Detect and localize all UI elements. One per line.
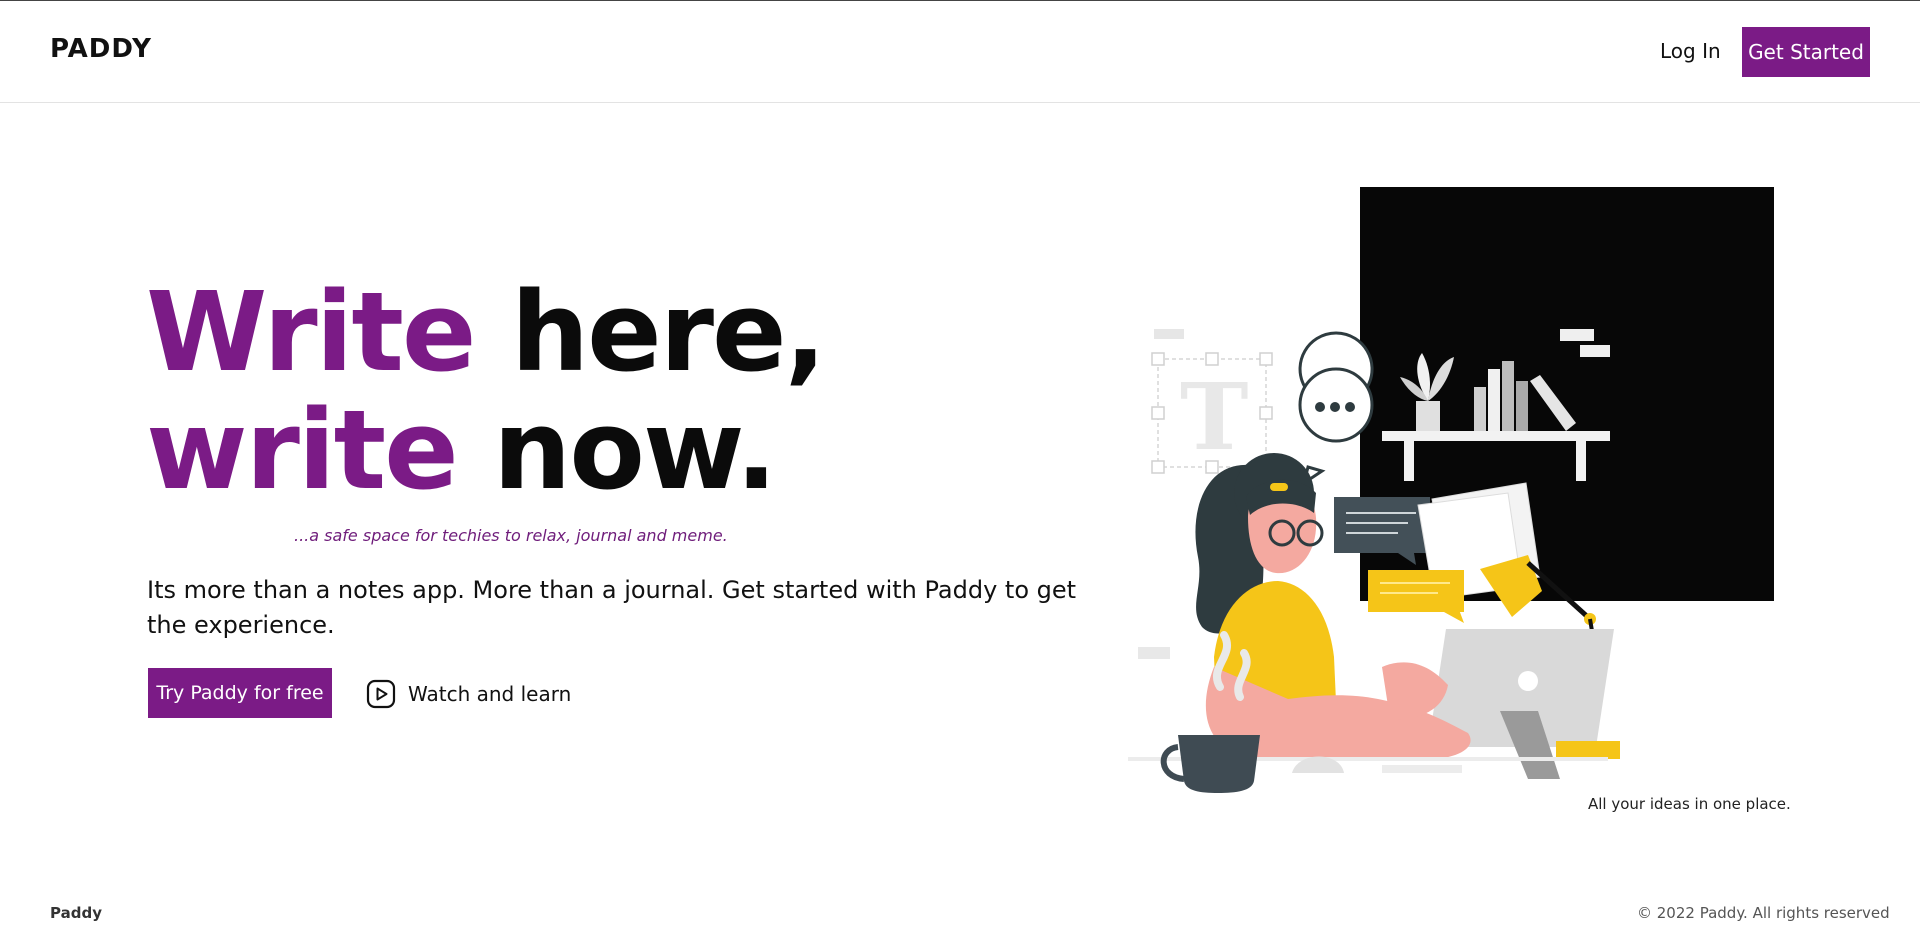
hero-title-accent-1: Write [146,268,477,396]
hero-lead: Its more than a notes app. More than a j… [147,576,1077,639]
hero-tagline: ...a safe space for techies to relax, jo… [294,526,728,545]
watch-and-learn-button[interactable]: Watch and learn [366,678,571,710]
login-link[interactable]: Log In [1660,39,1721,63]
hero-title-accent-2: write [146,386,459,514]
try-free-button[interactable]: Try Paddy for free [148,668,332,718]
coffee-mug [1178,735,1260,793]
hero-title-rest-1: here, [474,268,827,396]
letter-t-glyph: T [1180,363,1248,471]
hero-illustration: T [1128,187,1774,793]
get-started-button[interactable]: Get Started [1742,27,1870,77]
hero-title-rest-2: now. [456,386,777,514]
top-nav: PADDY Log In Get Started [0,1,1920,103]
chat-card-dark [1334,497,1430,553]
shelf [1382,431,1610,441]
footer-copyright: © 2022 Paddy. All rights reserved [1637,904,1890,922]
chat-card-yellow [1368,570,1464,612]
hero-title: Write here, write now. [146,273,906,509]
illustration-caption: All your ideas in one place. [1588,795,1791,813]
play-circle-icon [366,679,396,709]
footer-brand: Paddy [50,904,102,922]
watch-and-learn-label: Watch and learn [408,682,572,706]
brand-logo[interactable]: PADDY [50,34,152,64]
